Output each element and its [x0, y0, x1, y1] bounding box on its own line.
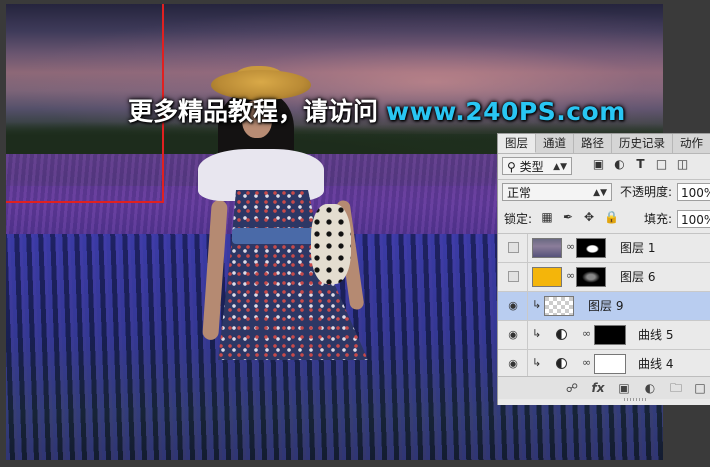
blue-sash [232, 228, 316, 244]
link-chain-icon: ∞ [582, 327, 592, 340]
resize-grip[interactable] [624, 398, 648, 401]
layer-mask-thumbnail [594, 354, 626, 374]
smart-object-filter-icon[interactable]: ◫ [676, 158, 689, 171]
tab-actions[interactable]: 动作 [673, 134, 710, 153]
search-icon: ⚲ [507, 160, 516, 174]
fill-input[interactable]: 100% [677, 210, 710, 228]
filter-row: ⚲ 类型 ▲▼ ▣ ◐ T □ ◫ [498, 155, 710, 179]
tab-layers[interactable]: 图层 [498, 134, 536, 153]
lock-label: 锁定: [504, 212, 533, 226]
panel-bottom-bar: ☍ fx ▣ ◐ 🗀 □ [498, 376, 710, 399]
layer-row-curves-5[interactable]: ◉ ↳ ∞ 曲线 5 [498, 321, 710, 350]
divider [527, 321, 528, 349]
clipping-arrow-icon: ↳ [532, 327, 542, 340]
type-filter-icon[interactable]: T [634, 158, 647, 171]
lock-row: 锁定: ▦ ✒ ✥ 🔒 填充: 100% [498, 208, 710, 232]
fx-icon[interactable]: fx [590, 380, 606, 396]
blend-mode-value: 正常 [507, 186, 532, 200]
blend-row: 正常 ▲▼ 不透明度: 100% [498, 181, 710, 205]
curves-adjustment-icon [556, 358, 567, 369]
layers-panel: 图层 通道 路径 历史记录 动作 ⚲ 类型 ▲▼ ▣ ◐ T □ ◫ 正常 ▲▼… [497, 133, 710, 405]
divider [527, 292, 528, 320]
watermark: 更多精品教程，请访问 www.240PS.com [128, 94, 626, 130]
curves-adjustment-icon [556, 329, 567, 340]
link-icon[interactable]: ☍ [564, 380, 580, 396]
divider [527, 263, 528, 291]
shape-filter-icon[interactable]: □ [655, 158, 668, 171]
layer-mask-thumbnail [594, 325, 626, 345]
divider [527, 234, 528, 262]
layer-name: 曲线 5 [638, 328, 674, 342]
watermark-text: 更多精品教程，请访问 [128, 97, 379, 126]
updown-arrow-icon: ▲▼ [553, 162, 567, 172]
mask-icon[interactable]: ▣ [616, 380, 632, 396]
layer-name: 曲线 4 [638, 357, 674, 371]
layer-thumbnail [544, 296, 574, 316]
pixel-filter-icon[interactable]: ▣ [592, 158, 605, 171]
opacity-input[interactable]: 100% [677, 183, 710, 201]
adjustment-icon[interactable]: ◐ [642, 380, 658, 396]
visibility-toggle-off[interactable] [508, 271, 519, 282]
layer-row-1[interactable]: ∞ 图层 1 [498, 234, 710, 263]
group-folder-icon[interactable]: 🗀 [668, 380, 684, 396]
lock-position-move-icon[interactable]: ✥ [582, 210, 596, 224]
layer-mask-thumbnail [576, 238, 606, 258]
link-chain-icon: ∞ [566, 269, 576, 282]
new-layer-icon[interactable]: □ [692, 380, 708, 396]
layer-mask-thumbnail [576, 267, 606, 287]
layer-name: 图层 9 [588, 299, 624, 313]
tab-history[interactable]: 历史记录 [612, 134, 673, 153]
layer-name: 图层 1 [620, 241, 656, 255]
opacity-label: 不透明度: [620, 185, 673, 199]
filter-type-dropdown[interactable]: ⚲ 类型 ▲▼ [502, 157, 572, 175]
panel-tabs: 图层 通道 路径 历史记录 动作 [498, 134, 710, 154]
fill-label: 填充: [644, 212, 673, 226]
blend-mode-dropdown[interactable]: 正常 ▲▼ [502, 183, 612, 201]
eye-icon[interactable]: ◉ [506, 328, 520, 342]
eye-icon[interactable]: ◉ [506, 299, 520, 313]
lock-image-brush-icon[interactable]: ✒ [561, 210, 575, 224]
layer-thumbnail [532, 238, 562, 258]
updown-arrow-icon: ▲▼ [593, 188, 607, 198]
layer-row-9[interactable]: ◉ ↳ 图层 9 [498, 292, 710, 321]
layer-name: 图层 6 [620, 270, 656, 284]
layer-row-6[interactable]: ∞ 图层 6 [498, 263, 710, 292]
lock-all-icon[interactable]: 🔒 [604, 210, 619, 224]
link-chain-icon: ∞ [566, 240, 576, 253]
watermark-url: www.240PS.com [386, 97, 626, 126]
polka-dot-bag [311, 204, 351, 284]
visibility-toggle-off[interactable] [508, 242, 519, 253]
clipping-arrow-icon: ↳ [532, 298, 542, 311]
lock-transparent-icon[interactable]: ▦ [540, 210, 554, 224]
eye-icon[interactable]: ◉ [506, 357, 520, 371]
adjustment-filter-icon[interactable]: ◐ [613, 158, 626, 171]
tab-paths[interactable]: 路径 [574, 134, 612, 153]
layer-thumbnail [532, 267, 562, 287]
tab-channels[interactable]: 通道 [536, 134, 574, 153]
link-chain-icon: ∞ [582, 356, 592, 369]
clipping-arrow-icon: ↳ [532, 356, 542, 369]
divider [527, 350, 528, 378]
layer-row-curves-4[interactable]: ◉ ↳ ∞ 曲线 4 [498, 350, 710, 379]
filter-type-label: 类型 [519, 160, 544, 174]
divider [498, 179, 710, 180]
